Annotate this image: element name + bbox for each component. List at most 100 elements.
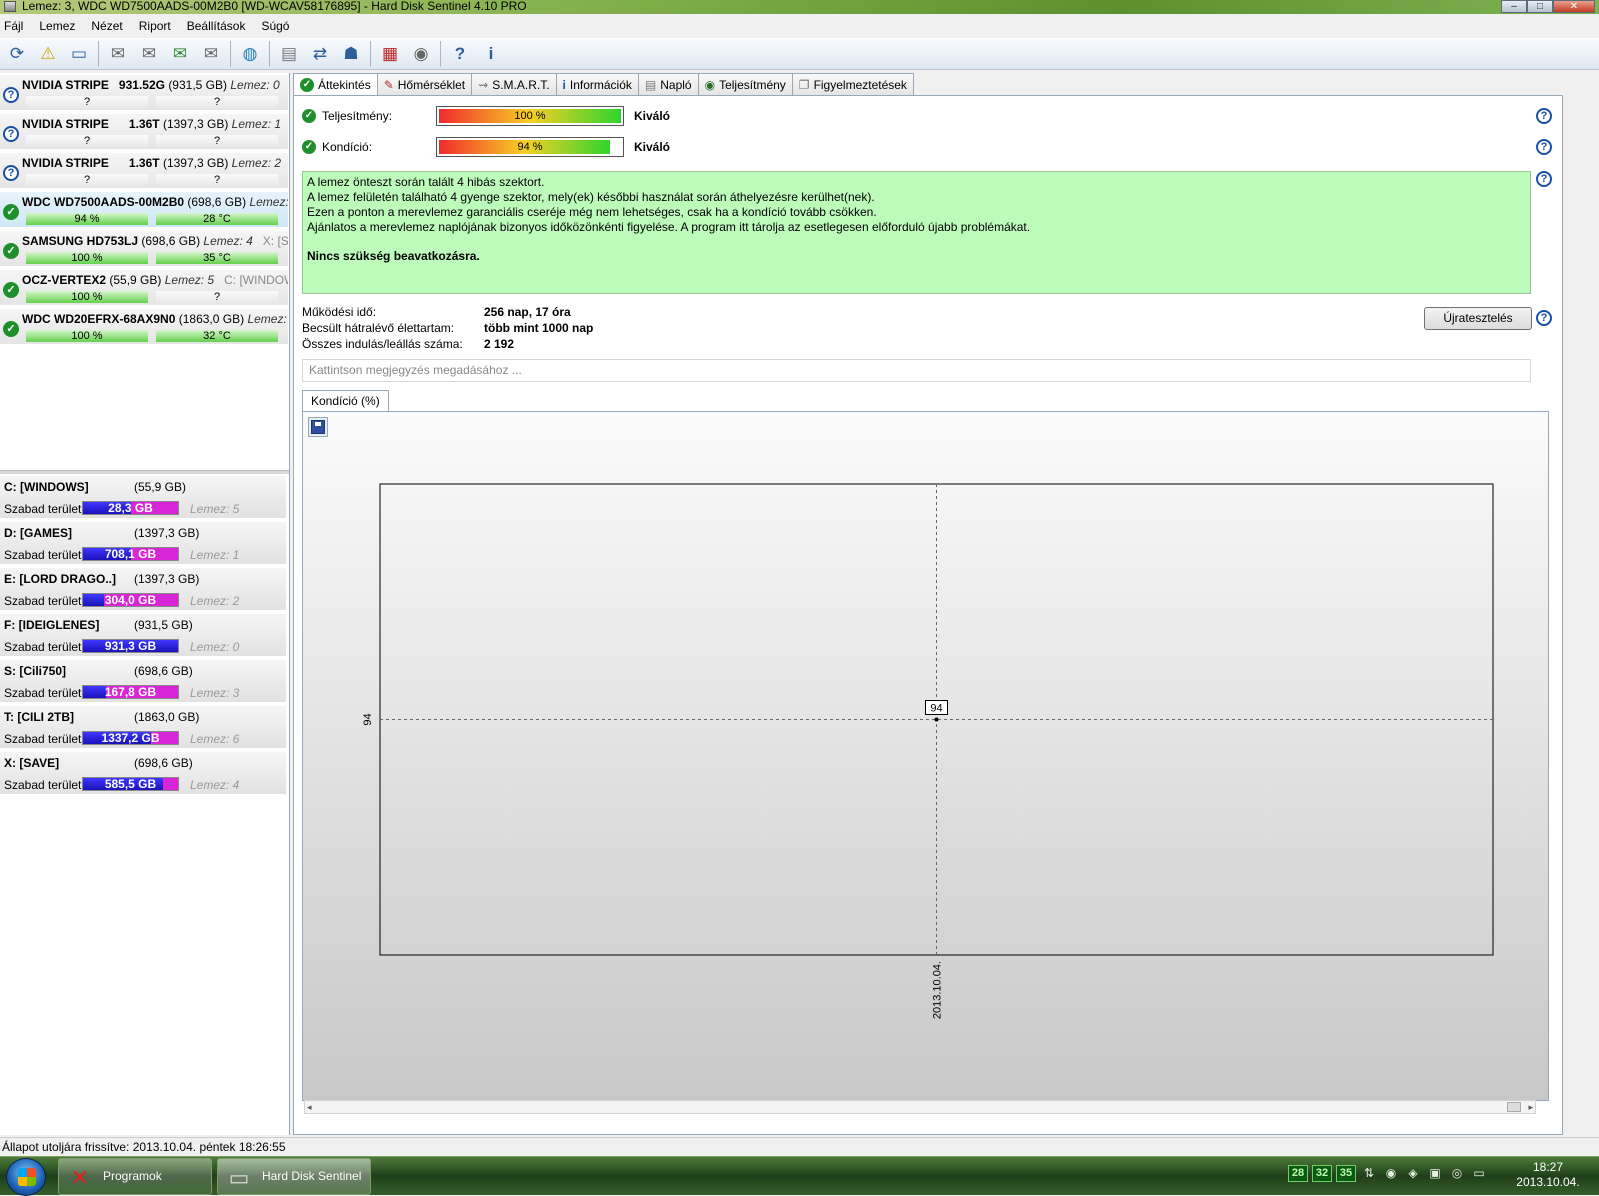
tray-temp-disk[interactable]: 35 xyxy=(1336,1165,1356,1182)
tab-overview[interactable]: ✓ Áttekintés xyxy=(293,73,378,96)
windows-logo-icon xyxy=(18,1168,36,1186)
disk-number: Lemez: 1 xyxy=(231,117,282,131)
taskbar-button-label: Programok xyxy=(103,1169,162,1183)
close-button[interactable]: ✕ xyxy=(1553,0,1595,13)
help-icon[interactable]: ? xyxy=(1536,310,1552,326)
disk-temp: ? xyxy=(156,135,278,147)
disk-model: WDC WD20EFRX-68AX9N0 xyxy=(22,312,176,326)
clock-date: 2013.10.04. xyxy=(1516,1175,1580,1189)
volume-free-value: 167,8 GB xyxy=(104,685,157,699)
disk-temp: 35 °C xyxy=(156,252,278,264)
tab-label: S.M.A.R.T. xyxy=(492,77,550,92)
chart-scrollbar[interactable]: ◂ ▸ xyxy=(304,1100,1536,1114)
monitor-icon[interactable]: ▭ xyxy=(1470,1165,1488,1182)
globe-icon[interactable]: ◍ xyxy=(237,41,263,67)
volume-icon[interactable]: ◉ xyxy=(1382,1165,1400,1182)
help-icon[interactable]: ? xyxy=(1536,139,1552,155)
volume-item[interactable]: E: [LORD DRAGO..] (1397,3 GB) Szabad terül… xyxy=(0,568,286,612)
volume-item[interactable]: T: [CILI 2TB] (1863,0 GB) Szabad terület 13… xyxy=(0,706,286,750)
tab-performance[interactable]: ◉ Teljesítmény xyxy=(697,73,793,95)
refresh-icon[interactable]: ⟳ xyxy=(4,41,30,67)
starts-value: 2 192 xyxy=(484,337,515,351)
disk-item[interactable]: ? NVIDIA STRIPE 1.36T (1397,3 GB) Lemez:… xyxy=(0,114,288,151)
menu-report[interactable]: Riport xyxy=(139,17,181,36)
minimize-button[interactable]: – xyxy=(1501,0,1527,13)
start-button[interactable] xyxy=(6,1158,46,1196)
speaker-icon[interactable]: ◉ xyxy=(408,41,434,67)
volume-free-value: 585,5 GB xyxy=(104,777,157,791)
disk-icon[interactable]: ▭ xyxy=(66,41,92,67)
info-icon[interactable]: i xyxy=(478,41,504,67)
volume-item[interactable]: D: [GAMES] (1397,3 GB) Szabad terület 708,1… xyxy=(0,522,286,566)
network-icon[interactable]: ⇅ xyxy=(1360,1165,1378,1182)
sync-icon[interactable]: ◎ xyxy=(1448,1165,1466,1182)
volume-free-bar: 167,8 GB xyxy=(82,685,179,699)
note-input[interactable]: Kattintson megjegyzés megadásához ... xyxy=(302,359,1531,382)
shield-icon[interactable]: ◈ xyxy=(1404,1165,1422,1182)
tab-label: Információk xyxy=(569,77,632,92)
volume-size: (55,9 GB) xyxy=(134,480,187,494)
taskbar-button-programs[interactable]: ✕ Programok xyxy=(58,1158,212,1195)
scroll-left-icon[interactable]: ◂ xyxy=(307,1101,312,1113)
warning-icon[interactable]: ⚠ xyxy=(35,41,61,67)
disk-item[interactable]: ? NVIDIA STRIPE 1.36T (1397,3 GB) Lemez:… xyxy=(0,153,288,190)
volume-item[interactable]: C: [WINDOWS] (55,9 GB) Szabad terület 28,3 … xyxy=(0,476,286,520)
disk-item[interactable]: ✓ OCZ-VERTEX2 (55,9 GB) Lemez: 5 C: [WIN… xyxy=(0,270,288,307)
disk-item[interactable]: ✓ SAMSUNG HD753LJ (698,6 GB) Lemez: 4 X:… xyxy=(0,231,288,268)
tab-log[interactable]: ▤ Napló xyxy=(637,73,699,95)
tab-bar: ✓ Áttekintés ✎ Hőmérséklet ⇝ S.M.A.R.T. i In… xyxy=(293,73,914,96)
retest-button[interactable]: Újratesztelés xyxy=(1424,307,1532,330)
test-icon[interactable]: ▦ xyxy=(377,41,403,67)
status-bar: Állapot utoljára frissítve: 2013.10.04. … xyxy=(0,1137,1599,1156)
scroll-right-icon[interactable]: ▸ xyxy=(1528,1101,1533,1113)
menu-view[interactable]: Nézet xyxy=(91,17,132,36)
help-icon[interactable]: ? xyxy=(1536,108,1552,124)
report-ok-icon[interactable]: ✉ xyxy=(167,41,193,67)
tab-temperature[interactable]: ✎ Hőmérséklet xyxy=(376,73,473,95)
data-label: 94 xyxy=(930,703,942,715)
tab-label: Hőmérséklet xyxy=(397,77,466,92)
disk-item[interactable]: ? NVIDIA STRIPE 931.52G (931,5 GB) Lemez… xyxy=(0,75,288,112)
tab-smart[interactable]: ⇝ S.M.A.R.T. xyxy=(471,73,557,95)
menu-help[interactable]: Súgó xyxy=(261,17,299,36)
starts-label: Összes indulás/leállás száma: xyxy=(302,337,463,351)
panel-splitter[interactable] xyxy=(0,470,289,474)
tab-information[interactable]: i Információk xyxy=(555,73,639,95)
tray-temp-disk[interactable]: 32 xyxy=(1312,1165,1332,1182)
scroll-thumb[interactable] xyxy=(1507,1102,1521,1112)
x-tick-label: 2013.10.04. xyxy=(932,961,944,1019)
help-icon[interactable]: ? xyxy=(447,41,473,67)
tray-temp-disk[interactable]: 28 xyxy=(1288,1165,1308,1182)
menu-file[interactable]: Fájl xyxy=(4,17,33,36)
tray-clock[interactable]: 18:27 2013.10.04. xyxy=(1508,1160,1588,1190)
tab-label: Figyelmeztetések xyxy=(813,77,907,92)
app-icon xyxy=(4,1,16,12)
report-send-icon[interactable]: ✉ xyxy=(136,41,162,67)
report-icon[interactable]: ✉ xyxy=(105,41,131,67)
thermometer-icon: ✎ xyxy=(383,77,394,92)
disk-health: 100 % xyxy=(26,291,148,303)
volume-item[interactable]: F: [IDEIGLENES] (931,5 GB) Szabad terület 9… xyxy=(0,614,286,658)
tab-alerts[interactable]: ❐ Figyelmeztetések xyxy=(791,73,914,95)
sync-icon[interactable]: ⇄ xyxy=(307,41,333,67)
network-icon[interactable]: ☗ xyxy=(338,41,364,67)
volume-item[interactable]: S: [Cili750] (698,6 GB) Szabad terület 167,… xyxy=(0,660,286,704)
toolbar-separator xyxy=(370,41,371,67)
uptime-label: Működési idő: xyxy=(302,305,377,319)
taskbar-button-hdsentinel[interactable]: ▭ Hard Disk Sentinel xyxy=(217,1158,371,1195)
help-icon[interactable]: ? xyxy=(1536,171,1552,187)
volume-free-value: 1337,2 GB xyxy=(101,731,160,745)
disk-item-selected[interactable]: ✓ WDC WD7500AADS-00M2B0 (698,6 GB) Lemez… xyxy=(0,192,288,229)
printer-icon[interactable]: ▣ xyxy=(1426,1165,1444,1182)
menu-disk[interactable]: Lemez xyxy=(39,17,85,36)
tab-health-chart[interactable]: Kondíció (%) xyxy=(302,390,389,412)
maximize-button[interactable]: □ xyxy=(1527,0,1553,13)
menu-settings[interactable]: Beállítások xyxy=(187,17,256,36)
performance-rating: Kiváló xyxy=(634,109,671,123)
document-icon[interactable]: ▤ xyxy=(276,41,302,67)
disk-item[interactable]: ✓ WDC WD20EFRX-68AX9N0 (1863,0 GB) Lemez… xyxy=(0,309,288,346)
smart-icon: ⇝ xyxy=(478,77,489,92)
disk-health: 100 % xyxy=(26,252,148,264)
volume-item[interactable]: X: [SAVE] (698,6 GB) Szabad terület 585,5 G… xyxy=(0,752,286,796)
report-print-icon[interactable]: ✉ xyxy=(198,41,224,67)
